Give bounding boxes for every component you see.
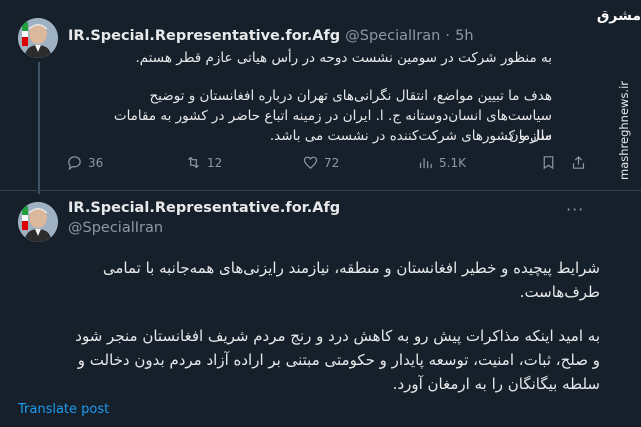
like-button[interactable]: 72	[302, 154, 339, 171]
reply-count: 36	[88, 155, 104, 170]
repost-count: 12	[207, 155, 223, 170]
tweet-text-line: طرف‌هاست.	[519, 283, 600, 301]
tweet-text-line: و صلح، ثبات، امنیت، توسعه پایدار و حکومت…	[77, 351, 600, 369]
author-name[interactable]: IR.Special.Representative.for.Afg	[68, 200, 340, 216]
action-bar: 36 12 72 5.1K	[62, 154, 585, 178]
thread-line	[38, 62, 40, 194]
views-button[interactable]: 5.1K	[417, 154, 466, 171]
avatar-photo-icon	[18, 202, 58, 242]
heart-icon	[303, 156, 318, 169]
like-count: 72	[324, 155, 340, 170]
share-button[interactable]	[570, 154, 587, 171]
tweet-text-line: ملل و کشورهای شرکت‌کننده در نشست می باشد…	[269, 128, 552, 144]
reply-button[interactable]: 36	[66, 154, 103, 171]
more-options-button[interactable]: ···	[566, 200, 584, 219]
watermark-url: mashreghnews.ir	[617, 80, 631, 180]
tweet-text-line: به منظور شرکت در سومین نشست دوحه در رأس …	[135, 50, 552, 66]
bookmark-icon	[543, 156, 554, 170]
tweet-text-line: سلطه بیگانگان را به ارمغان آورد.	[392, 375, 600, 393]
avatar-photo-icon	[18, 18, 58, 58]
views-chart-icon	[419, 158, 432, 169]
author-name[interactable]: IR.Special.Representative.for.Afg	[68, 28, 340, 44]
timestamp[interactable]: 5h	[455, 28, 473, 44]
author-handle[interactable]: @SpecialIran	[345, 28, 440, 44]
tweet-text-line: هدف ما تبیین مواضع، انتقال نگرانی‌های ته…	[149, 88, 552, 104]
translate-post-link[interactable]: Translate post	[18, 402, 109, 417]
tweet-1[interactable]: IR.Special.Representative.for.Afg @Speci…	[0, 0, 641, 194]
tweet-2[interactable]: IR.Special.Representative.for.Afg @Speci…	[0, 192, 641, 427]
reply-icon	[68, 156, 81, 171]
bookmark-button[interactable]	[540, 154, 557, 171]
avatar[interactable]	[18, 202, 58, 242]
author-handle[interactable]: @SpecialIran	[68, 220, 163, 236]
watermark: مشرق mashreghnews.ir	[596, 0, 641, 190]
repost-button[interactable]: 12	[185, 154, 222, 171]
avatar[interactable]	[18, 18, 58, 58]
views-count: 5.1K	[439, 155, 466, 170]
divider	[0, 190, 641, 191]
separator-dot: ·	[445, 28, 451, 44]
share-icon	[572, 155, 585, 169]
tweet-text-line: به امید اینکه مذاکرات پیش رو به کاهش درد…	[75, 327, 600, 345]
repost-icon	[188, 156, 199, 169]
mashregh-logo: مشرق	[596, 8, 641, 24]
tweet-text-line: شرایط پیچیده و خطیر افغانستان و منطقه، ن…	[102, 259, 600, 277]
